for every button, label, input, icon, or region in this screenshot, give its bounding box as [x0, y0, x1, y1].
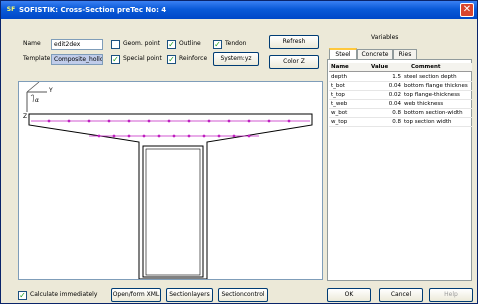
sofistik-app-icon: SF — [6, 6, 16, 13]
table-row[interactable]: w_top 0.8 top section width — [329, 118, 472, 127]
table-row[interactable]: depth 1.5 steel section depth — [329, 73, 472, 82]
title-bar: SF SOFISTIK: Cross-Section preTec No: 4 … — [1, 1, 477, 19]
cancel-button[interactable]: Cancel — [379, 288, 423, 302]
outline-checkbox[interactable]: ✓ — [167, 40, 176, 49]
steel-box-inner — [145, 148, 201, 276]
name-field[interactable]: edit2dex — [51, 39, 103, 50]
section-control-button[interactable]: Sectioncontrol — [218, 288, 268, 302]
row-name: w_bot — [331, 110, 348, 116]
row-name: t_bot — [331, 83, 345, 89]
open-form-xml-button[interactable]: Open/form XML — [111, 288, 161, 302]
column-header-value: Value — [371, 64, 389, 70]
row-value: 0.8 — [392, 110, 401, 116]
row-name: depth — [331, 74, 348, 80]
row-comment: bottom section-width — [404, 110, 463, 116]
close-icon[interactable]: ✕ — [460, 3, 474, 17]
row-comment: steel section depth — [404, 74, 457, 80]
row-value: 0.8 — [392, 119, 401, 125]
column-header-name: Name — [331, 64, 349, 70]
calculate-immediately-label: Calculate immediately — [30, 291, 98, 298]
cross-section-drawing: Y Z α — [23, 81, 313, 280]
color-z-button[interactable]: Color Z — [269, 55, 319, 69]
reinforce-label: Reinforce — [179, 55, 208, 62]
alpha-label: α — [35, 97, 39, 104]
section-layers-button[interactable]: Sectionlayers — [166, 288, 213, 302]
system-yz-button[interactable]: System:yz — [213, 52, 259, 66]
section-outline — [28, 113, 313, 280]
row-comment: top section width — [404, 119, 452, 125]
row-value: 1.5 — [392, 74, 401, 80]
help-button[interactable]: Help — [429, 288, 473, 302]
tendon-label: Tendon — [225, 40, 247, 47]
table-row[interactable]: t_top 0.02 top flange-thickness — [329, 91, 472, 100]
table-header: Name Value Comment — [329, 63, 472, 72]
template-field[interactable]: Composite_hollow — [51, 54, 103, 65]
window-title: SOFISTIK: Cross-Section preTec No: 4 — [19, 6, 167, 14]
table-row[interactable]: w_bot 0.8 bottom section-width — [329, 109, 472, 118]
row-comment: web thickness — [404, 101, 444, 107]
variables-title: Variables — [371, 34, 399, 41]
steel-box-outer — [142, 145, 204, 278]
axis-y-label: Y — [48, 87, 53, 94]
reinforce-checkbox[interactable]: ✓ — [167, 55, 176, 64]
column-header-comment: Comment — [411, 64, 441, 70]
row-value: 0.02 — [388, 92, 401, 98]
special-point-label: Special point — [123, 55, 162, 62]
tendon-checkbox[interactable]: ✓ — [213, 40, 222, 49]
row-name: t_web — [331, 101, 348, 107]
special-point-checkbox[interactable]: ✓ — [111, 55, 120, 64]
row-comment: bottom flange thicknes — [404, 83, 468, 89]
ok-button[interactable]: OK — [327, 288, 371, 302]
axis-z-label: Z — [23, 113, 27, 120]
name-label: Name — [23, 40, 41, 47]
row-name: w_top — [331, 119, 348, 125]
geom-point-checkbox[interactable] — [111, 40, 120, 49]
geom-point-label: Geom. point — [123, 40, 160, 47]
dialog-window: SF SOFISTIK: Cross-Section preTec No: 4 … — [0, 0, 478, 304]
row-value: 0.04 — [388, 83, 401, 89]
row-comment: top flange-thickness — [404, 92, 460, 98]
refresh-button[interactable]: Refresh — [269, 35, 319, 49]
row-name: t_top — [331, 92, 345, 98]
row-value: 0.04 — [388, 101, 401, 107]
table-row[interactable]: t_web 0.04 web thickness — [329, 100, 472, 109]
outline-label: Outline — [179, 40, 201, 47]
section-canvas[interactable]: Y Z α — [18, 81, 323, 280]
table-row[interactable]: t_bot 0.04 bottom flange thicknes — [329, 82, 472, 91]
calculate-immediately-checkbox[interactable]: ✓ — [18, 291, 27, 300]
template-label: Template — [23, 55, 51, 62]
